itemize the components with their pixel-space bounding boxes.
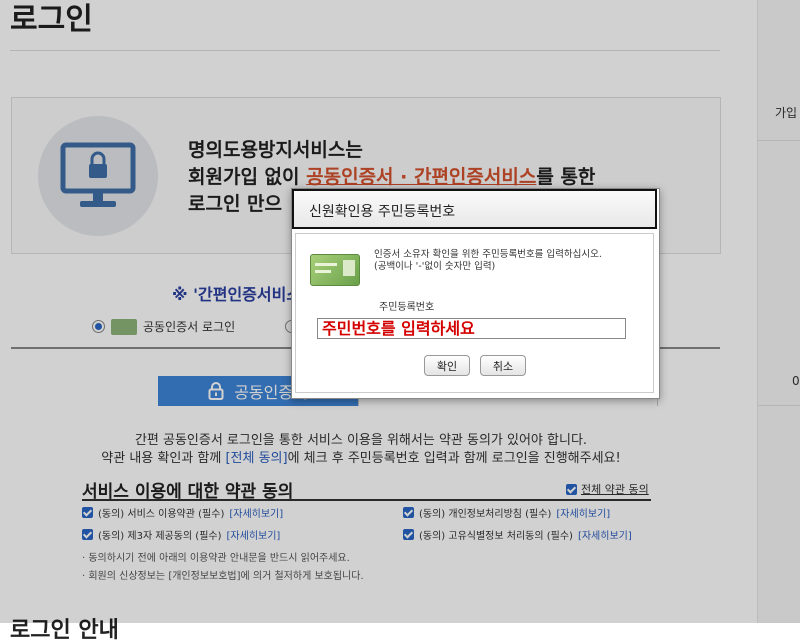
dialog-message-line: 인증서 소유자 확인을 위한 주민등록번호를 입력하십시오. xyxy=(374,249,602,260)
card-stripe xyxy=(315,270,331,273)
ssn-dialog: 신원확인용 주민등록번호 인증서 소유자 확인을 위한 주민등록번호를 입력하십… xyxy=(291,188,660,399)
card-stripe xyxy=(315,263,337,266)
dialog-title: 신원확인용 주민등록번호 xyxy=(309,204,456,220)
card-photo xyxy=(343,260,355,276)
dialog-titlebar[interactable]: 신원확인용 주민등록번호 xyxy=(292,189,657,229)
dialog-message: 인증서 소유자 확인을 위한 주민등록번호를 입력하십시오. (공백이나 '-'… xyxy=(374,249,639,273)
ssn-input[interactable] xyxy=(317,318,626,339)
ssn-field-label: 주민등록번호 xyxy=(379,302,435,313)
confirm-button[interactable]: 확인 xyxy=(424,355,470,376)
cancel-button[interactable]: 취소 xyxy=(480,355,526,376)
cert-card-icon xyxy=(310,254,360,286)
dialog-message-line: (공백이나 '-'없이 숫자만 입력) xyxy=(374,261,496,272)
